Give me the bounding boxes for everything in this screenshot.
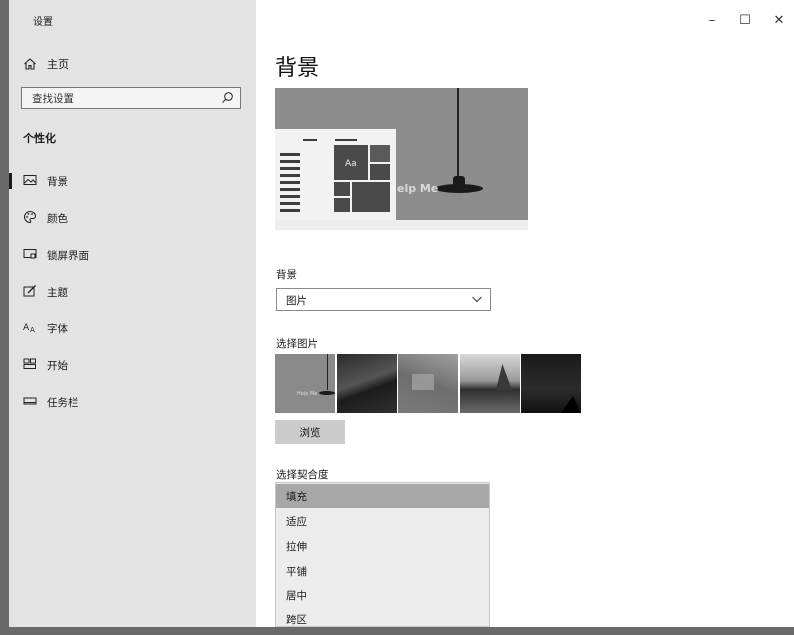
sidebar-item-label: 锁屏界面 [47,250,89,262]
font-icon: A A [23,323,35,334]
home-icon [24,58,36,70]
start-icon [23,358,36,369]
window-left-edge [0,0,9,635]
lock-screen-icon [23,249,37,259]
sidebar-item-label: 背景 [47,176,68,188]
active-indicator [9,173,12,189]
home-label: 主页 [47,58,69,71]
choose-fit-label: 选择契合度 [276,469,329,481]
fit-option-fill[interactable]: 填充 [276,484,489,508]
sidebar-item-label: 颜色 [47,213,68,225]
picture-thumbnail-3[interactable] [398,354,458,413]
page-title: 背景 [275,56,320,81]
window-title: 设置 [33,17,53,28]
minimize-button[interactable]: – [697,8,727,32]
picture-icon [23,175,37,185]
taskbar-icon [23,397,37,405]
search-icon[interactable] [221,91,234,104]
fit-option-fit[interactable]: 适应 [276,509,489,533]
choose-picture-label: 选择图片 [276,338,318,350]
fit-option-tile[interactable]: 平铺 [276,559,489,583]
preview-start-menu: Aa [275,129,396,220]
sidebar-item-lock-screen[interactable]: 锁屏界面 [9,240,256,270]
lamp-base [435,184,483,193]
thumbnail-text: Help Me [297,391,318,397]
picture-thumbnail-4[interactable] [460,354,520,413]
window-bottom-edge [0,627,794,635]
sidebar-item-label: 开始 [47,360,68,372]
sidebar-item-label: 任务栏 [47,397,79,409]
home-nav-item[interactable]: 主页 [23,54,69,74]
fit-option-center[interactable]: 居中 [276,583,489,607]
sidebar-item-background[interactable]: 背景 [9,166,256,196]
sidebar-item-themes[interactable]: 主题 [9,277,256,307]
sidebar-item-fonts[interactable]: A A 字体 [9,313,256,343]
fit-option-stretch[interactable]: 拉伸 [276,534,489,558]
preview-sample-text: Aa [345,159,357,169]
section-title: 个性化 [23,132,56,145]
sidebar-item-taskbar[interactable]: 任务栏 [9,387,256,417]
search-input[interactable] [22,88,224,110]
sidebar: 设置 主页 个性化 背景 颜色 锁屏界面 [9,0,256,627]
maximize-button[interactable]: ☐ [730,8,760,32]
sidebar-item-colors[interactable]: 颜色 [9,203,256,233]
theme-brush-icon [23,285,36,297]
fit-dropdown-menu: 填充 适应 拉伸 平铺 居中 跨区 [275,482,490,627]
browse-button[interactable]: 浏览 [275,420,345,444]
picture-thumbnail-2[interactable] [337,354,397,413]
sidebar-item-label: 字体 [47,323,68,335]
svg-text:A: A [30,326,35,334]
sidebar-item-start[interactable]: 开始 [9,350,256,380]
close-button[interactable]: ✕ [764,8,794,32]
search-box[interactable] [21,87,241,110]
palette-icon [24,210,36,224]
picture-thumbnail-5[interactable] [521,354,581,413]
background-label: 背景 [276,269,297,281]
chevron-down-icon [472,296,482,303]
background-type-dropdown[interactable]: 图片 [276,288,491,311]
svg-text:A: A [23,323,30,333]
dropdown-value: 图片 [286,295,307,307]
picture-thumbnail-1[interactable]: Help Me [275,354,335,413]
preview-wallpaper-text: elp Me [397,182,439,195]
lamp-cord [457,88,459,176]
sidebar-item-label: 主题 [47,287,68,299]
background-preview: elp Me Aa [275,88,528,230]
